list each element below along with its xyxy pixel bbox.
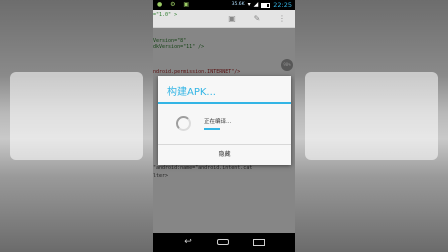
letterbox-left <box>0 0 153 252</box>
blur-band <box>10 72 143 160</box>
notification-icons: ● ⚙ ▣ <box>157 1 193 8</box>
progress-bar <box>204 128 250 130</box>
dialog-title: 构建APK... <box>167 87 216 98</box>
clock: 22:25 <box>273 1 292 9</box>
overflow-menu-icon[interactable]: ⋮ <box>277 14 287 24</box>
wifi-icon: ▾ <box>247 1 251 8</box>
battery-icon <box>261 2 271 8</box>
network-speed: 35.6K <box>231 2 245 7</box>
save-icon[interactable]: ▣ <box>227 14 237 24</box>
loading-spinner-icon <box>176 116 191 131</box>
title-divider <box>158 102 291 104</box>
home-icon[interactable] <box>217 239 229 245</box>
letterbox-right <box>295 0 448 252</box>
blur-band <box>305 72 438 160</box>
progress-fill <box>204 128 221 130</box>
navigation-bar: ↩ <box>153 233 295 252</box>
status-message: 正在编译... <box>204 119 232 125</box>
phone-screen: ● ⚙ ▣ 35.6K ▾ ◢ 22:25 ▣ ✎ ⋮ ="1.0" > Ver… <box>153 0 295 252</box>
back-icon[interactable]: ↩ <box>181 237 195 248</box>
code-line: ="1.0" > <box>153 12 178 18</box>
recent-apps-icon[interactable] <box>253 239 265 246</box>
build-apk-dialog: 构建APK... 正在编译... 隐藏 <box>158 76 291 165</box>
status-right: 35.6K ▾ ◢ 22:25 <box>232 0 292 10</box>
edit-icon[interactable]: ✎ <box>252 14 262 24</box>
hide-button[interactable]: 隐藏 <box>158 145 291 165</box>
status-bar: ● ⚙ ▣ 35.6K ▾ ◢ 22:25 <box>153 0 295 10</box>
signal-icon: ◢ <box>253 1 259 8</box>
